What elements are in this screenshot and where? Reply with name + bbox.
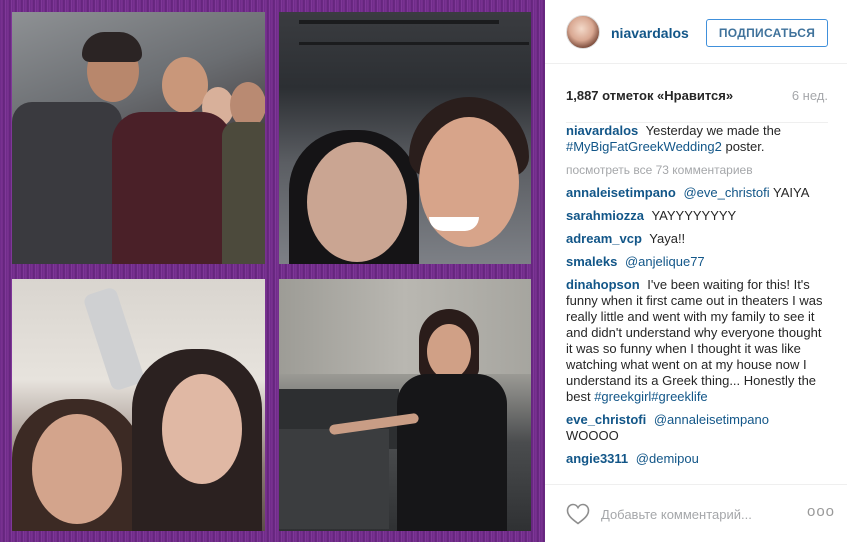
comment-hashtags[interactable]: #greekgirl#greeklife xyxy=(594,389,707,404)
caption-text: Yesterday we made the xyxy=(645,123,782,138)
caption-hashtag[interactable]: #MyBigFatGreekWedding2 xyxy=(566,139,722,154)
comment-text: YAYYYYYYYY xyxy=(651,208,737,223)
likes-count[interactable]: 1,887 отметок «Нравится» xyxy=(566,88,733,103)
comment-mention[interactable]: @demipou xyxy=(636,451,699,466)
comment-username[interactable]: adream_vcp xyxy=(566,231,642,246)
comment-text: YAIYA xyxy=(773,185,810,200)
more-options-icon[interactable]: ooo xyxy=(807,503,835,520)
post-footer: Добавьте комментарий... ooo xyxy=(545,484,847,542)
comment-mention[interactable]: @annaleisetimpano xyxy=(654,412,769,427)
comments-list[interactable]: niavardalos Yesterday we made the #MyBig… xyxy=(566,122,828,480)
post-age[interactable]: 6 нед. xyxy=(792,88,828,103)
comment: smaleks @anjelique77 xyxy=(566,254,828,270)
follow-button[interactable]: ПОДПИСАТЬСЯ xyxy=(706,19,828,47)
comment-username[interactable]: annaleisetimpano xyxy=(566,185,676,200)
author-username[interactable]: niavardalos xyxy=(611,25,689,41)
comment: eve_christofi @annaleisetimpano WOOOO xyxy=(566,412,828,444)
comment-username[interactable]: eve_christofi xyxy=(566,412,646,427)
post-sidebar: niavardalos ПОДПИСАТЬСЯ 1,887 отметок «Н… xyxy=(545,0,847,542)
photo-backstage xyxy=(279,279,531,531)
comment-mention[interactable]: @anjelique77 xyxy=(625,254,705,269)
photo-hairspray-selfie xyxy=(12,279,265,531)
add-comment-input[interactable]: Добавьте комментарий... xyxy=(601,507,752,522)
comment-text: WOOOO xyxy=(566,428,619,443)
photo-selfie-grandmother xyxy=(279,12,531,264)
caption-text-end: poster. xyxy=(725,139,765,154)
comment-mention[interactable]: @eve_christofi xyxy=(683,185,769,200)
comment-text: Yaya!! xyxy=(649,231,686,246)
comment: angie3311 @demipou xyxy=(566,451,828,467)
comment-username[interactable]: smaleks xyxy=(566,254,617,269)
comment: sarahmiozza YAYYYYYYYY xyxy=(566,208,828,224)
comment-text: I've been waiting for this! It's funny w… xyxy=(566,277,823,404)
caption-username[interactable]: niavardalos xyxy=(566,123,638,138)
comment-username[interactable]: sarahmiozza xyxy=(566,208,644,223)
comment: dinahopson I've been waiting for this! I… xyxy=(566,277,828,405)
likes-row: 1,887 отметок «Нравится» 6 нед. xyxy=(566,88,828,106)
photo-group-men xyxy=(12,12,265,264)
comment: adream_vcp Yaya!! xyxy=(566,231,828,247)
view-all-comments-link[interactable]: посмотреть все 73 комментариев xyxy=(566,162,828,178)
caption: niavardalos Yesterday we made the #MyBig… xyxy=(566,123,828,155)
comment-username[interactable]: angie3311 xyxy=(566,451,628,466)
post-media[interactable] xyxy=(0,0,545,542)
heart-outline-icon[interactable] xyxy=(566,503,590,525)
comment-username[interactable]: dinahopson xyxy=(566,277,640,292)
comment: annaleisetimpano @eve_christofi YAIYA xyxy=(566,185,828,201)
avatar[interactable] xyxy=(566,15,600,49)
post-header: niavardalos ПОДПИСАТЬСЯ xyxy=(545,0,847,64)
